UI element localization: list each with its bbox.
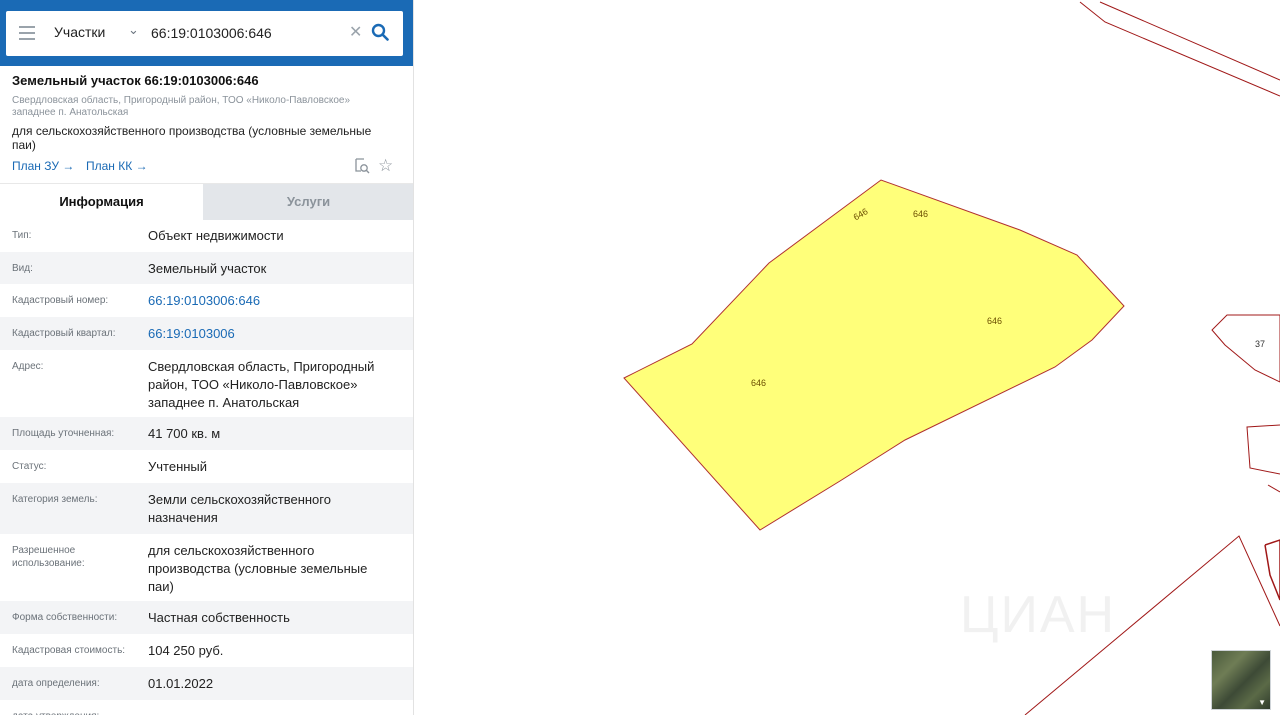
parcel-address: Свердловская область, Пригородный район,… <box>12 95 351 118</box>
search-bar: Участки ⌄ ✕ ❮ <box>0 0 413 66</box>
search-input[interactable] <box>151 20 346 46</box>
property-value: 104 250 руб. <box>148 643 224 658</box>
property-row-ownership: Форма собственности: Частная собственнос… <box>0 601 413 634</box>
star-icon[interactable]: ☆ <box>378 156 393 176</box>
neighbor-boundary <box>1264 539 1280 601</box>
property-value: Земли сельскохозяйственного назначения <box>148 492 331 525</box>
neighbor-parcel-label: 37 <box>1255 339 1265 349</box>
parcel-use: для сельскохозяйственного производства (… <box>12 124 372 152</box>
chevron-down-icon[interactable]: ⌄ <box>128 22 139 38</box>
property-key: Адрес: <box>12 361 44 372</box>
property-value: Объект недвижимости <box>148 228 284 243</box>
property-value: для сельскохозяйственного производства (… <box>148 543 368 594</box>
parcel-label: 646 <box>751 378 766 388</box>
property-value: Свердловская область, Пригородный район,… <box>148 359 375 410</box>
panel-tabs: Информация Услуги <box>0 183 413 220</box>
close-icon[interactable]: ✕ <box>349 22 362 42</box>
neighbor-boundary <box>1246 424 1280 475</box>
neighbor-boundary <box>1099 1 1280 81</box>
property-value: Земельный участок <box>148 261 267 276</box>
property-key: Статус: <box>12 461 47 472</box>
property-key: Кадастровый номер: <box>12 295 109 306</box>
map-layer: 646 646 646 646 37 <box>623 1 1280 715</box>
search-box: Участки ⌄ ✕ <box>6 11 403 56</box>
neighbor-parcel-37[interactable] <box>1211 314 1280 383</box>
zoom-to-object-icon[interactable] <box>354 158 370 174</box>
property-value: 01.01.2022 <box>148 676 214 691</box>
tab-information[interactable]: Информация <box>0 184 203 220</box>
tab-services[interactable]: Услуги <box>203 184 413 220</box>
property-value: 41 700 кв. м <box>148 426 221 441</box>
parcel-title: Земельный участок 66:19:0103006:646 <box>12 73 259 88</box>
property-row-cadastral-quarter: Кадастровый квартал: 66:19:0103006 <box>0 317 413 350</box>
property-key: дата определения: <box>12 678 100 689</box>
property-row-kind: Вид: Земельный участок <box>0 252 413 284</box>
property-row-cadastral-value: Кадастровая стоимость: 104 250 руб. <box>0 634 413 667</box>
property-row-approval-date: дата утверждения: <box>0 700 413 715</box>
property-row-address: Адрес: Свердловская область, Пригородный… <box>0 350 413 417</box>
plan-kk-link[interactable]: План КК → <box>86 159 148 173</box>
menu-icon[interactable] <box>19 26 35 40</box>
property-row-determination-date: дата определения: 01.01.2022 <box>0 667 413 700</box>
property-key: Категория земель: <box>12 494 98 505</box>
property-key: Тип: <box>12 230 32 241</box>
property-key: Площадь уточненная: <box>12 428 115 439</box>
plan-zu-link[interactable]: План ЗУ → <box>12 159 74 173</box>
property-row-area: Площадь уточненная: 41 700 кв. м <box>0 417 413 450</box>
neighbor-boundary <box>1267 484 1280 493</box>
parcel-label: 646 <box>987 316 1002 326</box>
search-icon[interactable] <box>371 23 389 41</box>
satellite-layer-toggle[interactable]: ▼ <box>1211 650 1271 710</box>
property-value: Частная собственность <box>148 610 290 625</box>
property-key: Вид: <box>12 263 33 274</box>
property-key: Кадастровая стоимость: <box>12 645 126 656</box>
property-row-cadastral-number: Кадастровый номер: 66:19:0103006:646 <box>0 284 413 317</box>
property-row-type: Тип: Объект недвижимости <box>0 219 413 252</box>
search-type-select[interactable]: Участки <box>54 24 105 40</box>
property-value: Учтенный <box>148 459 208 474</box>
property-row-status: Статус: Учтенный <box>0 450 413 483</box>
cadastral-number-link[interactable]: 66:19:0103006:646 <box>148 292 398 310</box>
app-window: Участки ⌄ ✕ ❮ Земельный участок 66:19:01… <box>0 0 1280 715</box>
property-row-permitted-use: Разрешенное использование: для сельскохо… <box>0 534 413 601</box>
info-panel: Участки ⌄ ✕ ❮ Земельный участок 66:19:01… <box>0 0 414 715</box>
property-key: дата утверждения: <box>12 710 137 715</box>
parcel-label: 646 <box>913 209 928 219</box>
neighbor-boundary <box>1079 1 1280 97</box>
property-key: Разрешенное использование: <box>12 545 85 569</box>
property-row-land-category: Категория земель: Земли сельскохозяйстве… <box>0 483 413 534</box>
selected-parcel[interactable] <box>623 179 1125 531</box>
map-canvas[interactable]: ЦИАН 646 646 646 646 37 ▼ <box>415 0 1280 715</box>
property-key: Кадастровый квартал: <box>12 328 116 339</box>
cadastral-quarter-link[interactable]: 66:19:0103006 <box>148 325 398 343</box>
property-key: Форма собственности: <box>12 612 118 623</box>
